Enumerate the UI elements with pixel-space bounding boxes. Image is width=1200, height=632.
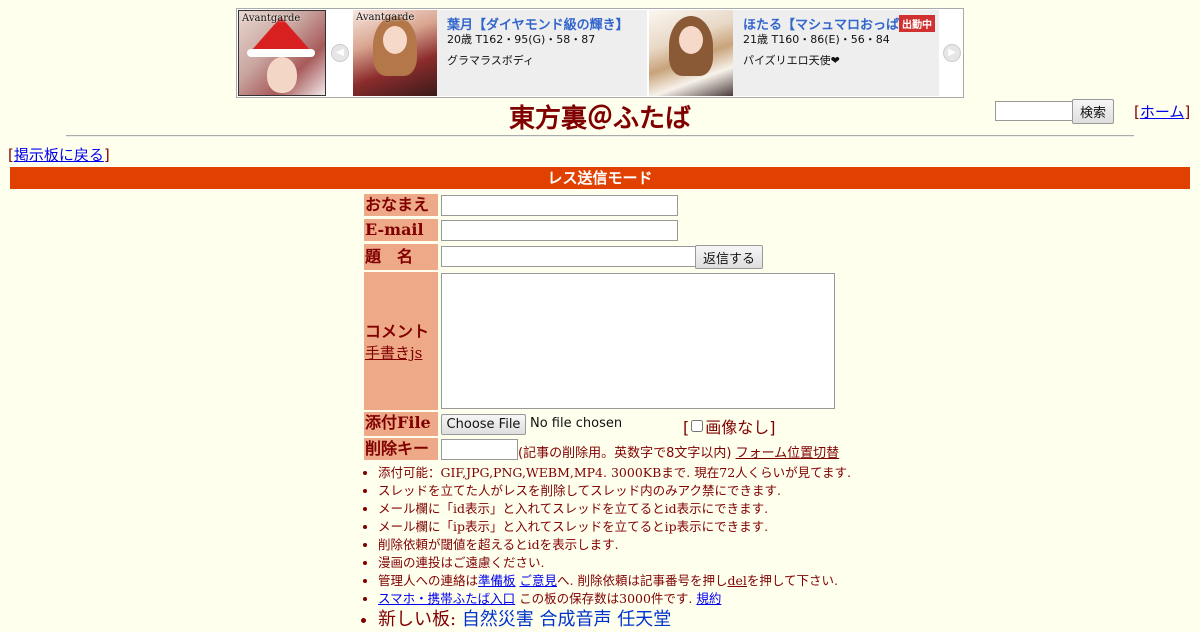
no-image-label[interactable]: 画像なし	[705, 418, 769, 437]
rule-item: スレッドを立てた人がレスを削除してスレッド内のみアク禁にできます.	[378, 482, 851, 500]
home-link[interactable]: ホーム	[1140, 103, 1185, 121]
ad-slot-hazuki[interactable]: Avantgarde 葉月【ダイヤモンド級の輝き】 20歳 T162・95(G)…	[353, 10, 647, 96]
subject-label: 題 名	[364, 244, 438, 270]
rule-item-contact: 管理人への連絡は準備板 ご意見へ. 削除依頼は記事番号を押しdelを押して下さい…	[378, 572, 851, 590]
rule-text: を押して下さい.	[746, 573, 838, 588]
file-status: No file chosen	[530, 416, 623, 431]
reply-mode-bar: レス送信モード	[10, 167, 1190, 189]
comment-label-cell: コメント 手書きjs	[364, 272, 438, 410]
back-link-wrapper: [掲示板に戻る]	[8, 144, 110, 165]
file-label: 添付File	[364, 412, 438, 436]
next-arrow-icon[interactable]: ▶	[943, 44, 961, 62]
face-graphic	[679, 26, 703, 54]
face-graphic	[383, 26, 407, 54]
rule-item-mobile: スマホ・携帯ふたば入口 この板の保存数は3000件です. 規約	[378, 590, 851, 608]
search-button[interactable]: 検索	[1072, 99, 1114, 124]
posting-rules-list: 添付可能：GIF,JPG,PNG,WEBM,MP4. 3000KBまで. 現在7…	[362, 464, 851, 632]
rule-text: この板の保存数は3000件です.	[519, 591, 693, 606]
face-graphic	[267, 57, 297, 93]
ad-slot-desc: パイズリエロ天使❤	[743, 54, 840, 67]
rule-item: 添付可能：GIF,JPG,PNG,WEBM,MP4. 3000KBまで. 現在7…	[378, 464, 851, 482]
ad-slot-logo: Avantgarde	[356, 12, 415, 23]
del-link[interactable]: del	[727, 573, 746, 588]
feedback-link[interactable]: ご意見	[520, 573, 558, 588]
rule-text: 管理人への連絡は	[378, 573, 479, 588]
bracket-close: ]	[103, 146, 110, 164]
name-label: おなまえ	[364, 194, 438, 216]
name-field[interactable]	[441, 195, 678, 216]
divider	[66, 135, 1134, 137]
ad-main-logo: Avantgarde	[242, 13, 301, 24]
ad-slot-spec: 21歳 T160・86(E)・56・84	[743, 33, 890, 46]
rule-item: メール欄に「id表示」と入れてスレッドを立てるとid表示にできます.	[378, 500, 851, 518]
board-link-disaster[interactable]: 自然災害	[462, 609, 534, 630]
submit-reply-button[interactable]: 返信する	[695, 245, 763, 269]
ad-slot-spec: 20歳 T162・95(G)・58・87	[447, 33, 596, 46]
rule-item: 削除依頼が閾値を超えるとidを表示します.	[378, 536, 851, 554]
ad-photo-hazuki[interactable]: Avantgarde	[353, 10, 437, 96]
back-to-board-link[interactable]: 掲示板に戻る	[14, 146, 104, 164]
bracket-close: ]	[1184, 103, 1191, 121]
terms-link[interactable]: 規約	[696, 591, 721, 606]
working-badge: 出勤中	[899, 15, 935, 32]
ad-slot-desc: グラマラスボディ	[447, 54, 535, 67]
bracket-open: [	[683, 418, 690, 437]
subject-field[interactable]	[441, 246, 696, 267]
board-link-nintendo[interactable]: 任天堂	[617, 609, 671, 630]
mobile-entrance-link[interactable]: スマホ・携帯ふたば入口	[378, 591, 515, 606]
rule-text: へ. 削除依頼は記事番号を押し	[557, 573, 728, 588]
ad-banner[interactable]: Avantgarde ◀ Avantgarde 葉月【ダイヤモンド級の輝き】 2…	[236, 8, 964, 98]
rule-item: 漫画の連投はご遠慮ください.	[378, 554, 851, 572]
prep-board-link[interactable]: 準備板	[478, 573, 516, 588]
prev-arrow-icon[interactable]: ◀	[331, 44, 349, 62]
choose-file-button[interactable]: Choose File	[441, 414, 526, 435]
ad-main-thumbnail[interactable]: Avantgarde	[238, 10, 326, 96]
board-link-synth-voice[interactable]: 合成音声	[540, 609, 612, 630]
delete-key-note: (記事の削除用。英数字で8文字以内) フォーム位置切替	[518, 442, 839, 461]
no-image-checkbox[interactable]	[691, 420, 704, 432]
ad-photo-hotaru[interactable]	[649, 10, 733, 96]
comment-textarea[interactable]	[441, 273, 835, 409]
email-field[interactable]	[441, 220, 678, 241]
no-image-option: [ 画像なし]	[683, 414, 776, 438]
bracket-close: ]	[769, 418, 776, 437]
handwrite-link[interactable]: 手書きjs	[365, 344, 422, 362]
search-input[interactable]	[995, 101, 1073, 121]
rule-item-new-boards: 新しい板: 自然災害 合成音声 任天堂	[378, 608, 851, 632]
hat-band-graphic	[247, 49, 315, 57]
delete-key-label: 削除キー	[364, 438, 438, 460]
rule-text: 新しい板:	[378, 609, 457, 630]
delete-key-field[interactable]	[441, 439, 518, 460]
comment-label: コメント	[365, 322, 430, 341]
home-link-wrapper: [ホーム]	[1134, 101, 1190, 122]
form-position-toggle-link[interactable]: フォーム位置切替	[736, 446, 840, 461]
ad-slot-hotaru[interactable]: ほたる【マシュマロおっぱ 出勤中 21歳 T160・86(E)・56・84 パイ…	[649, 10, 939, 96]
email-label: E-mail	[364, 219, 438, 241]
rule-item: メール欄に「ip表示」と入れてスレッドを立てるとip表示にできます.	[378, 518, 851, 536]
delete-key-hint: (記事の削除用。英数字で8文字以内)	[518, 446, 732, 461]
